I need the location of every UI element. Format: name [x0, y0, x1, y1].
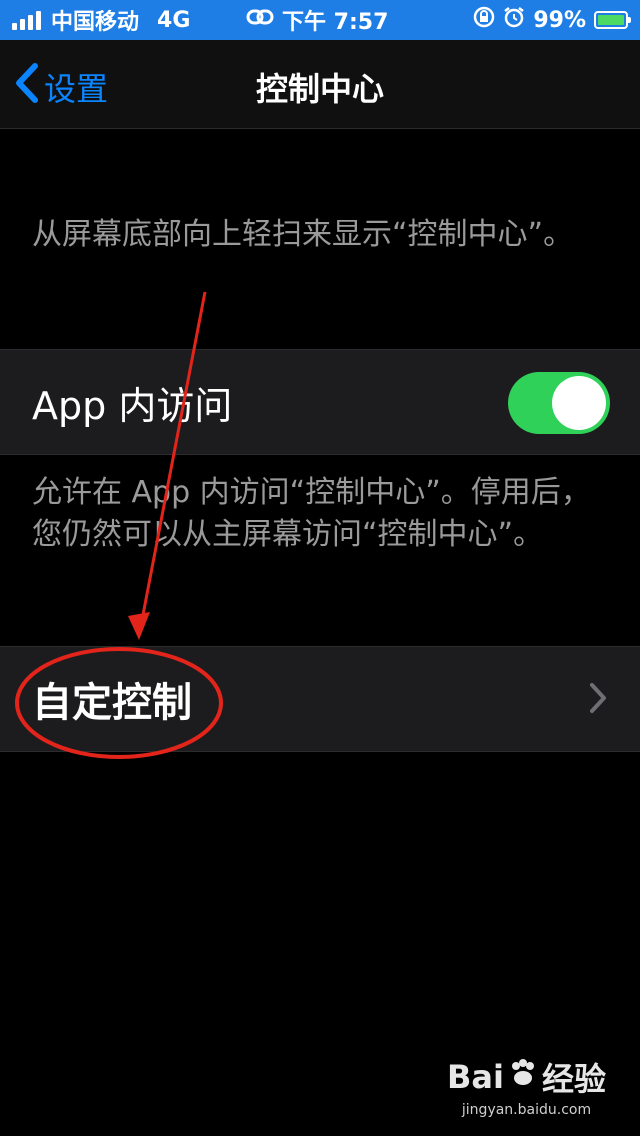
description-bottom: 允许在 App 内访问“控制中心”。停用后，您仍然可以从主屏幕访问“控制中心”。: [32, 475, 591, 552]
carrier-label: 中国移动: [51, 10, 140, 35]
network-label: 4G: [157, 7, 191, 33]
customize-controls-label: 自定控制: [32, 680, 192, 726]
link-icon: [246, 7, 274, 33]
watermark-brand: Bai: [447, 1058, 504, 1096]
annotation-arrow-line: [140, 291, 207, 621]
battery-icon: [594, 11, 631, 29]
alarm-icon: [503, 6, 525, 34]
battery-fill: [598, 15, 624, 25]
in-app-access-toggle[interactable]: [508, 372, 610, 434]
baidu-paw-icon: [508, 1058, 538, 1096]
customize-controls-row[interactable]: 自定控制: [0, 646, 640, 752]
watermark-url: jingyan.baidu.com: [461, 1102, 592, 1118]
status-right: 99%: [473, 6, 640, 34]
page-title: 控制中心: [255, 70, 384, 108]
watermark: Bai 经验 jingyan.baidu.com: [447, 1054, 606, 1118]
chevron-right-icon: [588, 681, 608, 719]
time-label: 下午 7:57: [282, 10, 389, 35]
watermark-brand-suffix: 经验: [541, 1060, 606, 1098]
annotation-overlay: [15, 291, 223, 759]
signal-icon: [12, 10, 41, 30]
in-app-access-label: App 内访问: [32, 383, 233, 428]
status-bar: 中国移动 4G 下午 7:57 99%: [0, 0, 640, 40]
status-left: 中国移动 4G: [0, 4, 190, 36]
status-center: 下午 7:57: [246, 4, 388, 36]
nav-bar: 设置 控制中心: [0, 40, 640, 129]
annotation-arrow-head: [128, 612, 150, 640]
screen: 中国移动 4G 下午 7:57 99% 设置 控制中心 从屏幕底部向上轻扫来显示…: [0, 0, 640, 1136]
in-app-access-row: App 内访问: [0, 349, 640, 455]
description-top: 从屏幕底部向上轻扫来显示“控制中心”。: [32, 217, 574, 252]
watermark-logo: Bai 经验: [447, 1054, 606, 1100]
toggle-knob: [552, 376, 606, 430]
lock-rotation-icon: [473, 6, 495, 34]
battery-percent: 99%: [533, 7, 586, 33]
